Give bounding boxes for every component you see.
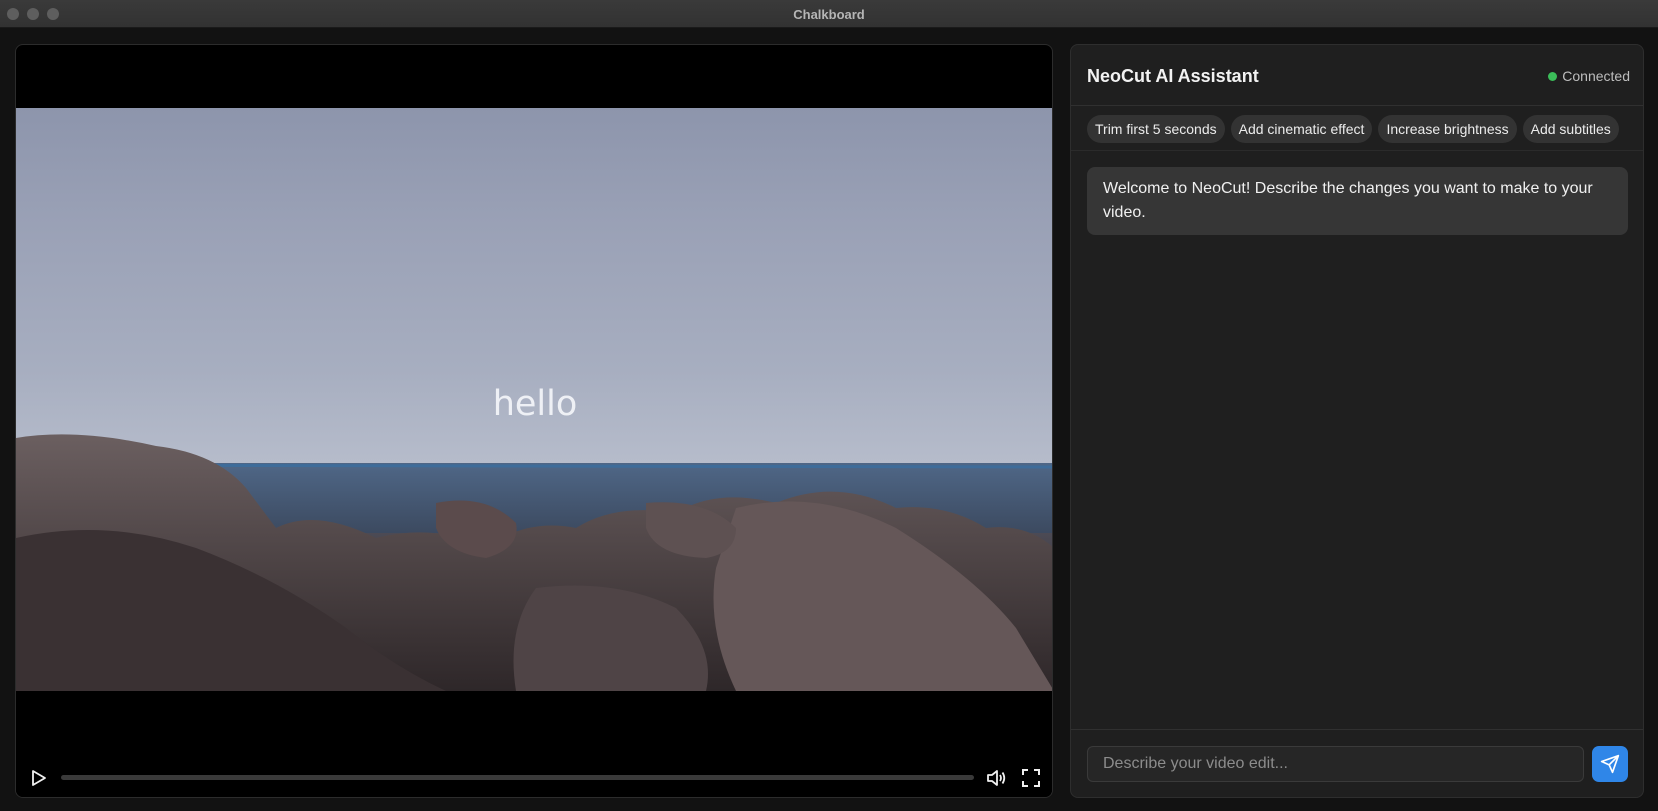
suggestion-chip-brightness[interactable]: Increase brightness	[1378, 115, 1517, 143]
video-edit-input[interactable]	[1087, 746, 1584, 782]
assistant-header: NeoCut AI Assistant Connected	[1071, 45, 1643, 106]
send-icon	[1600, 754, 1620, 774]
message-composer	[1071, 729, 1643, 797]
window-title: Chalkboard	[793, 7, 865, 22]
send-button[interactable]	[1592, 746, 1628, 782]
status-dot-icon	[1548, 71, 1558, 81]
title-bar: Chalkboard	[0, 0, 1658, 28]
message-list[interactable]: Welcome to NeoCut! Describe the changes …	[1071, 151, 1643, 729]
video-player[interactable]: hello	[15, 44, 1053, 798]
suggestion-chip-trim[interactable]: Trim first 5 seconds	[1087, 115, 1225, 143]
play-icon[interactable]	[28, 767, 50, 789]
video-controls	[16, 755, 1052, 797]
suggestion-chips: Trim first 5 seconds Add cinematic effec…	[1071, 106, 1643, 151]
video-frame[interactable]: hello	[16, 108, 1052, 691]
connection-status: Connected	[1548, 68, 1630, 84]
assistant-message: Welcome to NeoCut! Describe the changes …	[1087, 167, 1628, 235]
fullscreen-icon[interactable]	[1020, 767, 1042, 789]
assistant-title: NeoCut AI Assistant	[1087, 66, 1259, 86]
suggestion-chip-subtitles[interactable]: Add subtitles	[1522, 115, 1619, 143]
volume-icon[interactable]	[985, 767, 1007, 789]
ai-assistant-panel: NeoCut AI Assistant Connected Trim first…	[1070, 44, 1644, 798]
video-overlay-text: hello	[492, 384, 578, 424]
video-progress-bar[interactable]	[61, 775, 974, 780]
suggestion-chip-cinematic[interactable]: Add cinematic effect	[1230, 115, 1373, 143]
status-label: Connected	[1562, 68, 1630, 84]
